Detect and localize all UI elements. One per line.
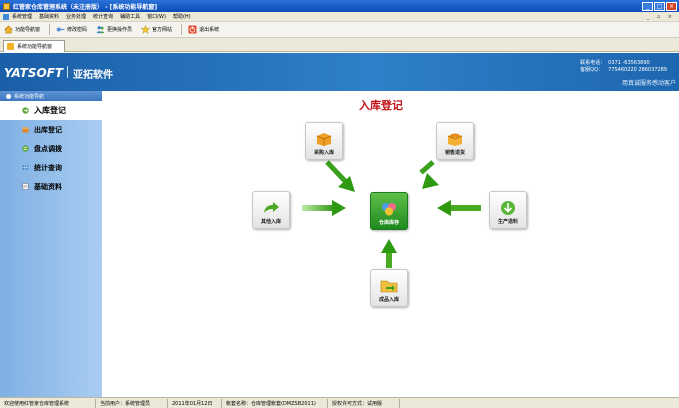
arrow-production	[437, 200, 481, 216]
qq-number: 775460220 286037289	[608, 67, 667, 73]
purchase-stock-in-label: 采购入库	[313, 150, 334, 156]
toolbar-separator	[49, 24, 51, 35]
official-site-button[interactable]: 官方网站	[141, 25, 172, 34]
status-welcome: 欢迎使用红管家仓库管理系统	[0, 398, 96, 408]
menu-window[interactable]: 窗口(W)	[147, 13, 166, 20]
title-bar: 红管家仓库管理系统（未注册版） - [系统功能导航窗] _ □ ×	[0, 0, 679, 12]
purchase-stock-in-button[interactable]: 采购入库	[305, 122, 343, 160]
star-icon	[141, 25, 151, 34]
maximize-button[interactable]: □	[654, 1, 665, 11]
sidebar-item-label: 入库登记	[34, 106, 66, 115]
sidebar-item-statistics[interactable]: 统计查询	[0, 158, 102, 177]
folder-icon	[7, 43, 14, 50]
menu-system[interactable]: 系统管理	[12, 13, 32, 20]
qq-label: 客服QQ：	[580, 67, 604, 73]
nav-window-label: 功能导航窗	[15, 27, 41, 33]
change-password-button[interactable]: 修改密码	[56, 25, 87, 34]
finished-stock-in-button[interactable]: 成品入库	[370, 269, 408, 307]
sidebar-item-stock-out[interactable]: 出库登记	[0, 120, 102, 139]
arrow-other	[302, 200, 346, 216]
production-return-button[interactable]: 生产退料	[489, 191, 527, 229]
sidebar-item-stock-in[interactable]: 入库登记	[0, 101, 102, 120]
document-tabs: 系统功能导航窗	[0, 38, 679, 52]
menu-help[interactable]: 帮助(H)	[173, 13, 191, 20]
forward-arrow-icon	[264, 202, 279, 213]
arrow-right-icon	[22, 107, 29, 114]
brand-logo: YATSOFT	[4, 66, 64, 80]
status-license: 授权许可方式：试用版	[328, 398, 400, 408]
window-title: 红管家仓库管理系统（未注册版） - [系统功能导航窗]	[13, 3, 158, 11]
exit-system-label: 退出系统	[199, 27, 220, 33]
arrow-purchase	[325, 160, 355, 192]
close-button[interactable]: ×	[666, 1, 677, 11]
sidebar-item-label: 盘点调拨	[34, 144, 62, 153]
company-name: 亚拓软件	[73, 70, 113, 81]
menu-statistics[interactable]: 统计查询	[93, 13, 113, 20]
status-user: 当前用户：系统管理员	[96, 398, 168, 408]
document-icon	[22, 183, 29, 190]
download-icon	[501, 201, 515, 215]
switch-operator-label: 更换操作员	[107, 27, 133, 33]
sidebar-item-label: 基础资料	[34, 182, 62, 191]
toolbar-separator	[181, 24, 183, 35]
exit-system-button[interactable]: 退出系统	[188, 25, 219, 34]
flow-arrows	[302, 160, 481, 268]
phone-label: 联系电话：	[580, 60, 606, 66]
menu-business[interactable]: 业务处理	[66, 13, 86, 20]
transfer-icon	[22, 145, 29, 152]
logo-divider	[67, 66, 68, 78]
brand-slogan: 用真诚服务感动客户	[621, 80, 676, 87]
box-out-icon	[22, 127, 29, 133]
menu-tools[interactable]: 辅助工具	[120, 13, 140, 20]
app-menu-icon[interactable]	[3, 13, 9, 20]
app-icon	[3, 2, 10, 10]
globe-icon	[22, 164, 29, 171]
sidebar-header-label: 系统功能导航	[14, 93, 45, 100]
sidebar-item-label: 统计查询	[34, 163, 62, 172]
sidebar-item-inventory-transfer[interactable]: 盘点调拨	[0, 139, 102, 158]
arrow-finished	[381, 239, 397, 268]
folder-arrow-icon	[380, 280, 398, 293]
nav-window-button[interactable]: 功能导航窗	[4, 25, 40, 34]
menu-bar: 系统管理 基础资料 业务处理 统计查询 辅助工具 窗口(W) 帮助(H) _ ▫…	[0, 12, 679, 22]
sales-return-label: 销售退货	[444, 150, 465, 156]
key-icon	[56, 27, 65, 32]
menu-basic-data[interactable]: 基础资料	[39, 13, 59, 20]
change-password-label: 修改密码	[67, 27, 88, 33]
status-date: 2011年01月12日	[168, 398, 222, 408]
other-stock-in-button[interactable]: 其他入库	[252, 191, 290, 229]
main-panel: 入库登记 采购入库 销售退货 其他入库 仓库库存 生产退料 成品入库	[102, 91, 679, 397]
box-icon	[447, 133, 463, 146]
sidebar: 系统功能导航 入库登记 出库登记 盘点调拨 统计查询 基础资料	[0, 91, 102, 397]
status-bar: 欢迎使用红管家仓库管理系统 当前用户：系统管理员 2011年01月12日 帐套名…	[0, 397, 679, 408]
tab-function-nav[interactable]: 系统功能导航窗	[3, 40, 65, 52]
minimize-button[interactable]: _	[642, 1, 653, 11]
sidebar-item-basic-data[interactable]: 基础资料	[0, 177, 102, 196]
home-icon	[4, 25, 13, 34]
box-icon	[316, 133, 332, 146]
users-icon	[96, 26, 105, 34]
sidebar-header: 系统功能导航	[0, 91, 102, 101]
switch-operator-button[interactable]: 更换操作员	[96, 25, 132, 34]
production-return-label: 生产退料	[497, 219, 518, 225]
toolbar: 功能导航窗 修改密码 更换操作员 官方网站 退出系统	[0, 22, 679, 38]
exit-icon	[188, 25, 197, 34]
sidebar-item-label: 出库登记	[34, 125, 62, 134]
official-site-label: 官方网站	[152, 27, 173, 33]
warehouse-icon	[382, 203, 396, 216]
finished-stock-in-label: 成品入库	[378, 297, 399, 303]
arrow-sales-return	[419, 160, 439, 189]
nav-icon	[6, 93, 11, 99]
other-stock-in-label: 其他入库	[260, 219, 281, 225]
status-account: 帐套名称：仓库管理帐套(DMZSB2011)	[222, 398, 328, 408]
contact-info: 联系电话： 0371 -63563890 客服QQ： 775460220 28603…	[580, 60, 667, 74]
tab-label: 系统功能导航窗	[17, 44, 53, 50]
warehouse-stock-button[interactable]: 仓库库存	[370, 192, 408, 230]
sales-return-button[interactable]: 销售退货	[436, 122, 474, 160]
phone-number: 0371 -63563890	[608, 60, 650, 66]
brand-banner: YATSOFT 亚拓软件 联系电话： 0371 -63563890 客服QQ： 77…	[0, 53, 679, 91]
mdi-controls[interactable]: _ ▫ ×	[647, 14, 675, 20]
warehouse-stock-label: 仓库库存	[378, 220, 399, 226]
